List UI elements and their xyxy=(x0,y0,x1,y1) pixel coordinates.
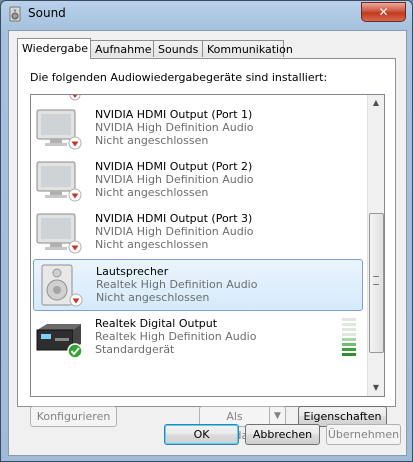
list-item[interactable]: NVIDIA HDMI Output (Port 3) NVIDIA High … xyxy=(33,207,363,259)
list-item-selected[interactable]: Lautsprecher Realtek High Definition Aud… xyxy=(33,259,363,311)
device-driver: Realtek High Definition Audio xyxy=(95,330,257,343)
device-driver: NVIDIA High Definition Audio xyxy=(95,173,254,186)
vertical-scrollbar[interactable]: ▲ ▼ xyxy=(367,95,384,396)
tab-wiedergabe[interactable]: Wiedergabe xyxy=(17,38,91,59)
device-name: NVIDIA HDMI Output (Port 1) xyxy=(95,108,253,121)
device-status: Nicht angeschlossen xyxy=(95,134,209,147)
instruction-text: Die folgenden Audiowiedergabegeräte sind… xyxy=(30,71,328,84)
scroll-up-arrow-icon[interactable]: ▲ xyxy=(368,95,384,111)
dialog-body: Wiedergabe Aufnahme Sounds Kommunikation… xyxy=(8,30,407,456)
monitor-icon xyxy=(36,109,82,150)
device-status: Standardgerät xyxy=(95,343,175,356)
device-name: NVIDIA HDMI Output (Port 2) xyxy=(95,160,253,173)
monitor-icon xyxy=(36,161,82,202)
tab-sounds[interactable]: Sounds xyxy=(153,40,203,57)
device-driver: Realtek High Definition Audio xyxy=(96,278,258,291)
list-item[interactable]: NVIDIA HDMI Output (Port 2) NVIDIA High … xyxy=(33,155,363,207)
device-status: Nicht angeschlossen xyxy=(95,186,209,199)
device-driver: NVIDIA High Definition Audio xyxy=(95,225,254,238)
sound-dialog: Sound ✕ Wiedergabe Aufnahme Sounds Kommu… xyxy=(0,0,413,462)
digital-output-icon xyxy=(36,324,83,359)
configure-button[interactable]: Konfigurieren xyxy=(30,406,117,427)
close-button[interactable]: ✕ xyxy=(361,2,406,22)
list-item[interactable]: NVIDIA HDMI Output (Port 1) NVIDIA High … xyxy=(33,103,363,155)
device-driver: NVIDIA High Definition Audio xyxy=(95,121,254,134)
title-bar[interactable]: Sound ✕ xyxy=(1,1,412,27)
device-list[interactable]: NVIDIA HDMI Output (Port 1) NVIDIA High … xyxy=(30,94,385,397)
speaker-icon xyxy=(41,264,83,307)
device-name: Lautsprecher xyxy=(96,265,169,278)
window-title: Sound xyxy=(28,6,66,20)
cancel-button[interactable]: Abbrechen xyxy=(245,424,320,445)
scroll-down-arrow-icon[interactable]: ▼ xyxy=(368,380,384,396)
device-name: Realtek Digital Output xyxy=(95,317,218,330)
monitor-icon xyxy=(69,95,81,101)
volume-level-meter xyxy=(342,318,356,358)
tab-kommunikation[interactable]: Kommunikation xyxy=(202,40,293,57)
ok-button[interactable]: OK xyxy=(164,424,239,445)
list-item[interactable]: Realtek Digital Output Realtek High Defi… xyxy=(33,312,363,364)
device-status: Nicht angeschlossen xyxy=(95,238,209,251)
device-name: NVIDIA HDMI Output (Port 3) xyxy=(95,212,253,225)
speaker-app-icon xyxy=(9,6,21,22)
monitor-icon xyxy=(36,213,82,254)
apply-button[interactable]: Übernehmen xyxy=(326,424,401,445)
device-status: Nicht angeschlossen xyxy=(96,291,210,304)
tab-aufnahme[interactable]: Aufnahme xyxy=(90,40,154,57)
scroll-thumb[interactable] xyxy=(369,213,384,353)
playback-panel: Die folgenden Audiowiedergabegeräte sind… xyxy=(17,58,396,442)
